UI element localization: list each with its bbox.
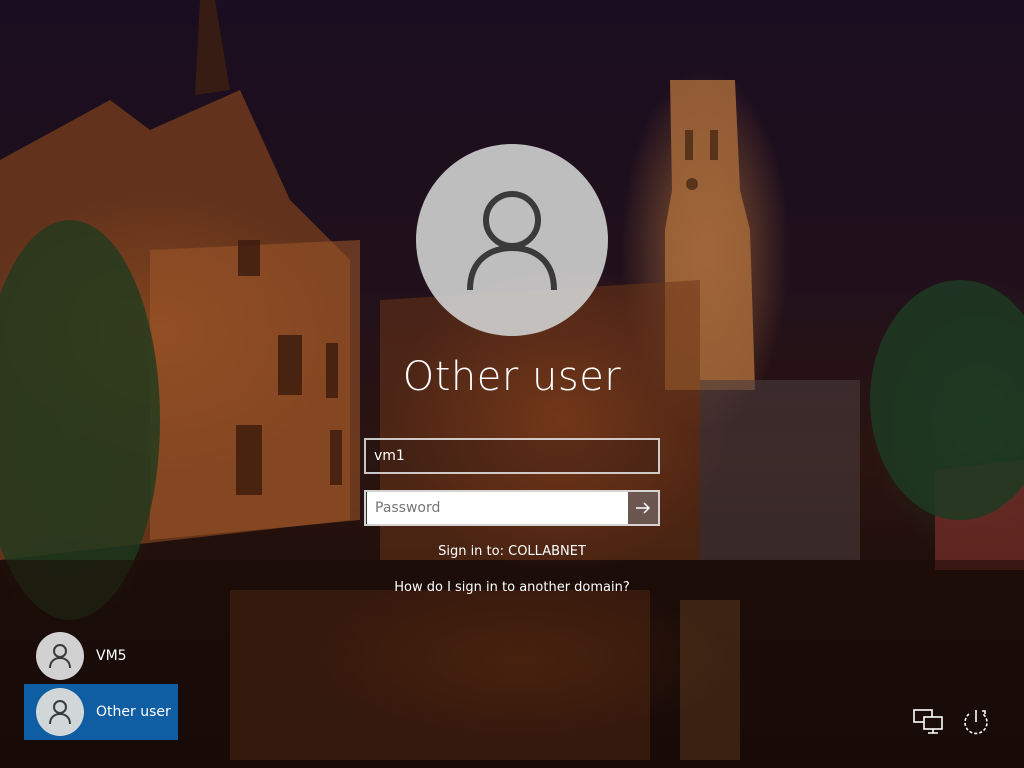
user-display-name: Other user	[402, 354, 622, 400]
user-icon	[49, 644, 71, 669]
user-avatar-large	[416, 144, 608, 336]
lock-screen: Other user vm1 Sign in to: COLLABNET How…	[0, 0, 1024, 768]
other-domain-link[interactable]: How do I sign in to another domain?	[312, 580, 712, 595]
submit-button[interactable]	[628, 492, 658, 524]
username-field[interactable]: vm1	[364, 438, 660, 474]
avatar	[36, 632, 84, 680]
user-tile-other-user[interactable]: Other user	[24, 684, 178, 740]
user-icon	[467, 191, 557, 291]
arrow-right-icon	[636, 502, 651, 514]
power-icon[interactable]	[960, 706, 992, 738]
password-input[interactable]	[366, 492, 628, 524]
sign-in-domain-text: Sign in to: COLLABNET	[438, 544, 586, 559]
user-tile-label: Other user	[96, 704, 171, 720]
user-icon	[49, 700, 71, 725]
network-icon[interactable]	[912, 706, 944, 738]
password-field-group	[364, 490, 660, 526]
avatar	[36, 688, 84, 736]
user-tile-vm5[interactable]: VM5	[24, 628, 178, 684]
user-tile-label: VM5	[96, 648, 127, 664]
